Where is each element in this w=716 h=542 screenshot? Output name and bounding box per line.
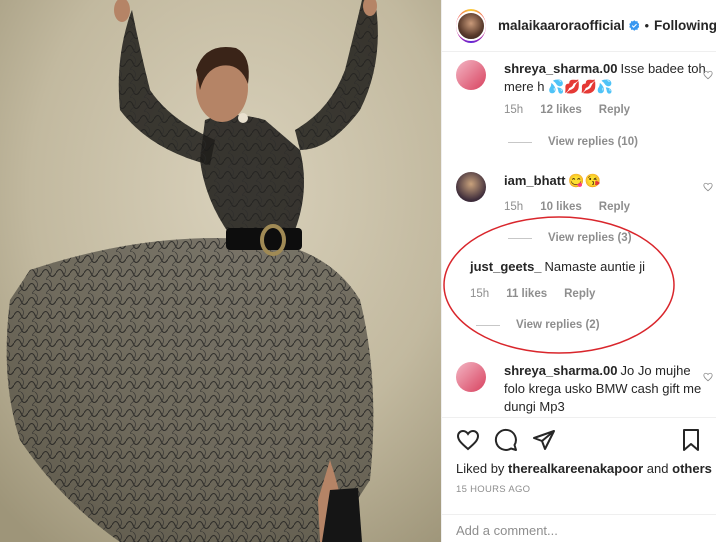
add-comment-input[interactable]: Add a comment...	[442, 514, 716, 542]
comment-likes[interactable]: 10 likes	[540, 201, 582, 213]
comment-text: shreya_sharma.00 Isse badee toh mere h 💦💋…	[504, 60, 709, 96]
comment-time: 15h	[504, 104, 524, 116]
comment-meta: 15h 11 likes Reply	[470, 288, 612, 300]
liked-by-prefix: Liked by	[456, 461, 505, 476]
comments-list[interactable]: shreya_sharma.00 Isse badee toh mere h 💦💋…	[442, 52, 716, 417]
like-heart-icon[interactable]	[456, 428, 480, 452]
post-photo-illustration	[0, 0, 441, 542]
post-timestamp[interactable]: 15 HOURS AGO	[456, 484, 530, 495]
header-separator: •	[644, 18, 649, 33]
comment-username[interactable]: shreya_sharma.00	[504, 363, 617, 378]
comment-body: Namaste auntie ji	[544, 259, 645, 274]
comment-likes[interactable]: 12 likes	[540, 104, 582, 116]
post-username[interactable]: malaikaaroraofficial	[498, 18, 625, 33]
share-send-icon[interactable]	[532, 428, 556, 452]
view-replies-label: View replies (3)	[548, 232, 632, 244]
view-replies-button[interactable]: View replies (3)	[508, 232, 632, 244]
liked-by-line: Liked by therealkareenakapoor and others	[456, 461, 712, 476]
commenter-avatar[interactable]	[456, 60, 486, 90]
view-replies-button[interactable]: View replies (2)	[476, 319, 600, 331]
like-comment-icon[interactable]	[703, 372, 713, 382]
comment-username[interactable]: iam_bhatt	[504, 173, 565, 188]
comment-time: 15h	[504, 201, 524, 213]
like-comment-icon[interactable]	[703, 70, 713, 80]
comment-body: 😋😘	[568, 173, 601, 188]
comment-username[interactable]: just_geets_	[470, 259, 542, 274]
post-photo[interactable]	[0, 0, 441, 542]
view-replies-label: View replies (2)	[516, 319, 600, 331]
bookmark-icon[interactable]	[679, 428, 703, 452]
commenter-avatar[interactable]	[456, 362, 486, 392]
like-comment-icon[interactable]	[703, 182, 713, 192]
comment-text: shreya_sharma.00 Jo Jo mujhe folo krega u…	[504, 362, 709, 416]
view-replies-button[interactable]: View replies (10)	[508, 136, 638, 148]
comment-likes[interactable]: 11 likes	[506, 288, 547, 300]
verified-badge-icon	[629, 20, 640, 31]
comment-text: just_geets_ Namaste auntie ji	[470, 258, 675, 276]
comment-meta: 15h 10 likes Reply	[504, 201, 647, 213]
reply-button[interactable]: Reply	[564, 288, 595, 300]
post-header: malaikaaroraofficial • Following	[442, 0, 716, 52]
comment-username[interactable]: shreya_sharma.00	[504, 61, 617, 76]
comment-time: 15h	[470, 288, 490, 300]
comment-bubble-icon[interactable]	[494, 428, 518, 452]
comments-panel: malaikaaroraofficial • Following shreya_…	[441, 0, 716, 542]
following-button[interactable]: Following	[654, 18, 716, 33]
liked-by-others[interactable]: others	[672, 461, 712, 476]
post-actions: Liked by therealkareenakapoor and others…	[442, 417, 716, 542]
view-replies-label: View replies (10)	[548, 136, 638, 148]
comment-text: iam_bhatt 😋😘	[504, 172, 709, 190]
action-icons	[456, 428, 556, 452]
profile-avatar[interactable]	[456, 8, 486, 43]
commenter-avatar[interactable]	[456, 172, 486, 202]
liked-by-suffix: and	[646, 461, 669, 476]
comment-meta: 15h 12 likes Reply	[504, 104, 647, 116]
reply-button[interactable]: Reply	[599, 201, 630, 213]
reply-button[interactable]: Reply	[599, 104, 630, 116]
liked-by-user[interactable]: therealkareenakapoor	[508, 461, 643, 476]
